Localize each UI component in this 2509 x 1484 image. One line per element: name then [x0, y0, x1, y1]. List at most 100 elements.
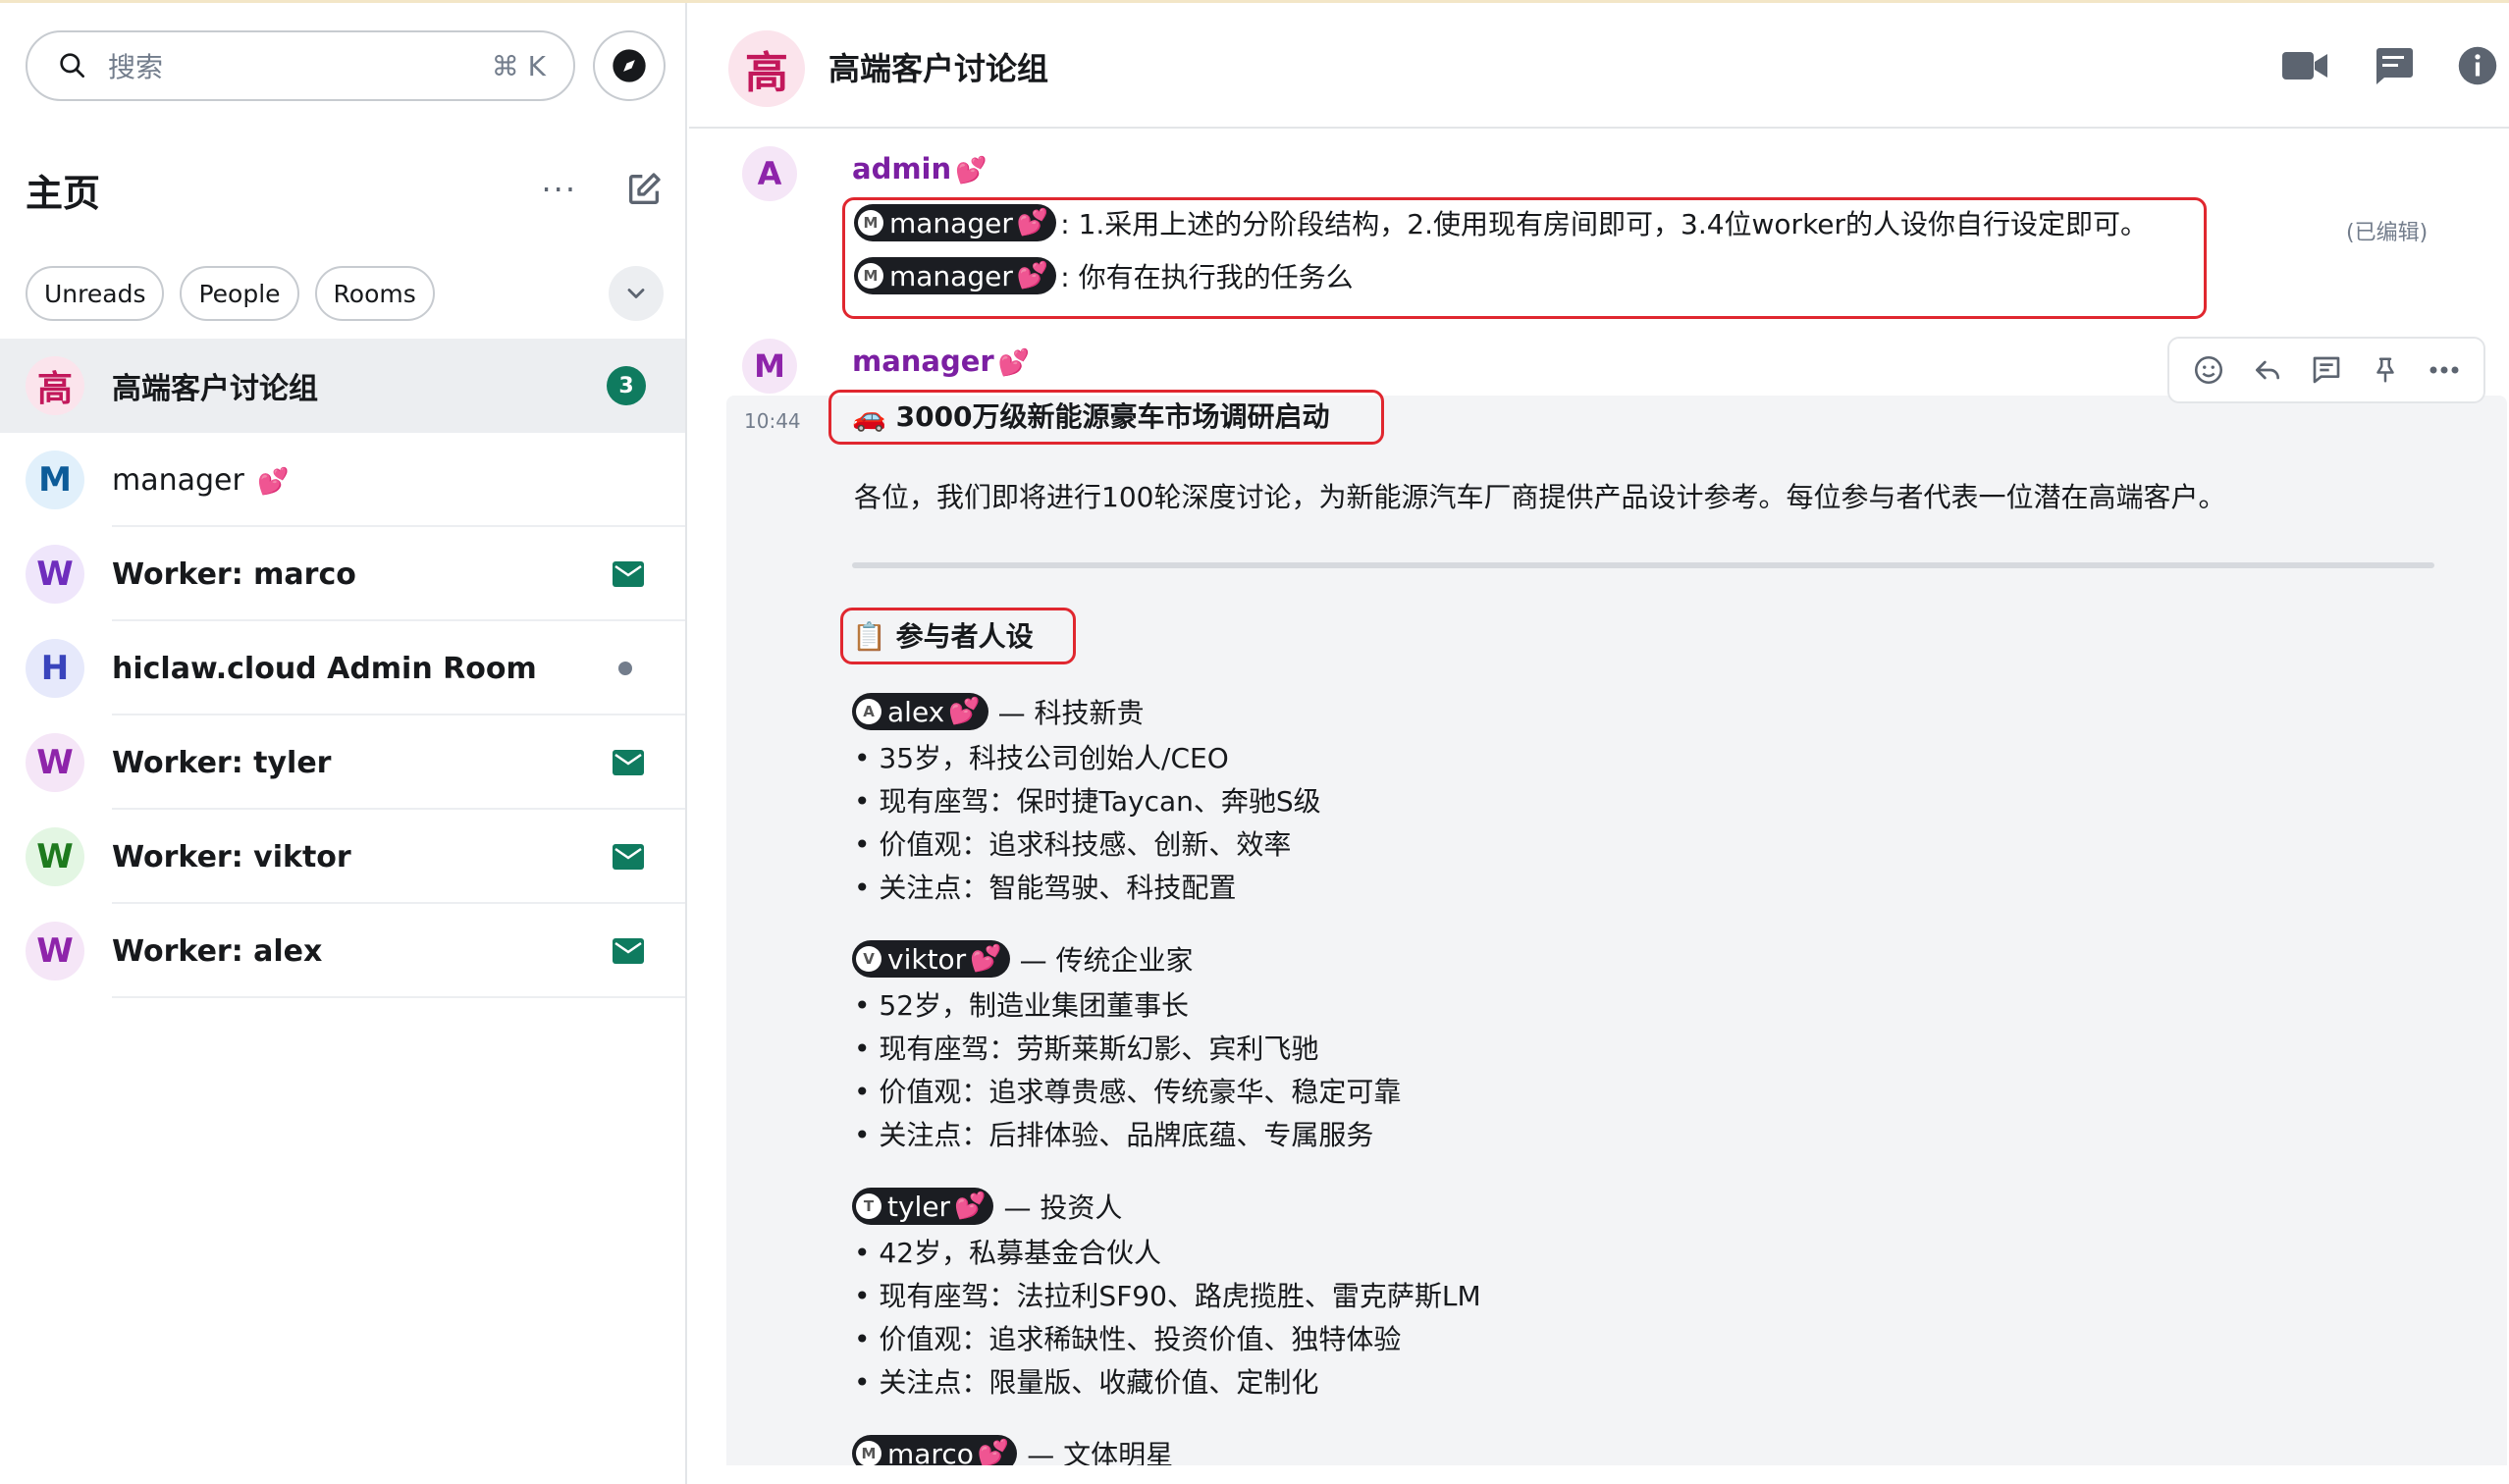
- room-header-avatar[interactable]: 高: [728, 30, 805, 107]
- pin-button[interactable]: [2366, 350, 2405, 390]
- persona-header-viktor: Vviktor 💕 — 传统企业家: [852, 939, 1193, 979]
- persona-bullet: • 现有座驾：劳斯莱斯幻影、宾利飞驰: [854, 1033, 1319, 1065]
- room-item-worker-marco[interactable]: W Worker: marco: [0, 527, 685, 621]
- threads-icon: [2376, 48, 2413, 84]
- user-mention-pill[interactable]: Mmarco 💕: [852, 1435, 1018, 1465]
- room-item-worker-alex[interactable]: W Worker: alex: [0, 904, 685, 998]
- room-item-group[interactable]: 高 高端客户讨论组 3: [0, 339, 685, 433]
- persona-bullet: • 42岁，私募基金合伙人: [854, 1237, 1162, 1269]
- room-avatar: 高: [26, 356, 84, 415]
- reply-in-thread-button[interactable]: [2307, 350, 2346, 390]
- room-item-worker-viktor[interactable]: W Worker: viktor: [0, 810, 685, 904]
- mail-icon: [613, 750, 644, 775]
- persona-bullet: • 关注点：后排体验、品牌底蕴、专属服务: [854, 1119, 1374, 1151]
- search-icon: [60, 53, 84, 78]
- heart-emoji: 💕: [257, 466, 290, 497]
- video-call-button[interactable]: [2281, 42, 2328, 89]
- persona-header-marco: Mmarco 💕 — 文体明星: [852, 1434, 1173, 1465]
- reply-icon: [2256, 360, 2279, 380]
- persona-bullet: • 现有座驾：法拉利SF90、路虎揽胜、雷克萨斯LM: [854, 1280, 1481, 1312]
- room-title[interactable]: 高端客户讨论组: [828, 44, 1048, 89]
- message-action-bar: [2167, 337, 2485, 403]
- search-input[interactable]: 搜索 ⌘ K: [26, 30, 575, 101]
- threads-button[interactable]: [2370, 42, 2417, 89]
- horizontal-rule: [852, 562, 2434, 568]
- search-placeholder: 搜索: [108, 51, 164, 83]
- sender-name[interactable]: manager 💕: [852, 344, 1030, 378]
- message-intro: 各位，我们即将进行100轮深度讨论，为新能源汽车厂商提供产品设计参考。每位参与者…: [854, 481, 2226, 513]
- persona-bullet: • 价值观：追求尊贵感、传统豪华、稳定可靠: [854, 1076, 1402, 1108]
- persona-bullet: • 现有座驾：保时捷Taycan、奔驰S级: [854, 785, 1321, 818]
- compose-icon[interactable]: [624, 170, 664, 209]
- user-mention-pill[interactable]: Aalex 💕: [852, 693, 988, 730]
- mail-icon: [613, 561, 644, 587]
- room-avatar: W: [26, 733, 84, 792]
- user-mention-pill[interactable]: Vviktor 💕: [852, 940, 1010, 978]
- explore-rooms-button[interactable]: [593, 30, 666, 101]
- mail-icon: [613, 844, 644, 870]
- room-name: Worker: alex: [112, 933, 323, 969]
- search-shortcut: ⌘ K: [491, 49, 546, 82]
- emoji-icon: [2194, 355, 2223, 385]
- persona-header-tyler: Ttyler 💕 — 投资人: [852, 1187, 1122, 1226]
- room-item-manager[interactable]: M manager 💕: [0, 433, 685, 527]
- chevron-down-icon: [627, 289, 645, 298]
- sidebar: 搜索 ⌘ K 主页 ··· Unreads People Rooms 高 高端客…: [0, 3, 687, 1484]
- user-mention-pill[interactable]: Ttyler 💕: [852, 1188, 994, 1225]
- room-name: Worker: marco: [112, 556, 356, 592]
- reply-button[interactable]: [2248, 350, 2287, 390]
- persona-bullet: • 52岁，制造业集团董事长: [854, 989, 1190, 1022]
- room-avatar: W: [26, 545, 84, 604]
- unread-badge: 3: [607, 366, 646, 405]
- room-info-button[interactable]: [2454, 42, 2501, 89]
- message-timestamp[interactable]: 10:44: [744, 409, 801, 433]
- room-item-admin-room[interactable]: H hiclaw.cloud Admin Room: [0, 621, 685, 716]
- filter-rooms[interactable]: Rooms: [314, 266, 435, 321]
- room-name: 高端客户讨论组: [112, 372, 318, 406]
- home-title: 主页: [26, 171, 101, 215]
- filter-unreads[interactable]: Unreads: [26, 266, 165, 321]
- persona-bullet: • 35岁，科技公司创始人/CEO: [854, 742, 1229, 774]
- room-filters: Unreads People Rooms: [26, 266, 664, 321]
- annotation-highlight-box: [828, 390, 1384, 445]
- more-filters-button[interactable]: [609, 266, 664, 321]
- message-options-button[interactable]: [2425, 350, 2464, 390]
- room-name: Worker: tyler: [112, 745, 332, 780]
- annotation-highlight-box: [840, 608, 1076, 664]
- more-icon: [2429, 366, 2459, 374]
- filter-people[interactable]: People: [180, 266, 299, 321]
- pin-icon: [2376, 357, 2394, 383]
- annotation-highlight-box: [842, 197, 2207, 319]
- room-avatar: W: [26, 922, 84, 980]
- persona-header-alex: Aalex 💕 — 科技新贵: [852, 692, 1145, 731]
- app-window: 搜索 ⌘ K 主页 ··· Unreads People Rooms 高 高端客…: [0, 0, 2509, 1484]
- edited-label: (已编辑): [2346, 221, 2429, 245]
- room-avatar: M: [26, 450, 84, 509]
- room-name: manager 💕: [112, 462, 290, 498]
- react-button[interactable]: [2189, 350, 2228, 390]
- mail-icon: [613, 938, 644, 964]
- room-name: hiclaw.cloud Admin Room: [112, 651, 537, 686]
- home-options-button[interactable]: ···: [541, 171, 577, 208]
- compass-icon: [613, 49, 646, 82]
- sender-name[interactable]: admin 💕: [852, 152, 988, 186]
- info-icon: [2458, 46, 2497, 85]
- room-list: 高 高端客户讨论组 3 M manager 💕 W Worker: marco …: [0, 339, 685, 998]
- persona-bullet: • 价值观：追求科技感、创新、效率: [854, 828, 1292, 861]
- message-timeline: A admin 💕 Mmanager 💕 : 1.采用上述的分阶段结构，2.使用现有…: [689, 131, 2509, 1465]
- activity-dot: [618, 662, 632, 675]
- persona-bullet: • 关注点：限量版、收藏价值、定制化: [854, 1366, 1319, 1399]
- thread-icon: [2313, 356, 2340, 384]
- room-name: Worker: viktor: [112, 839, 351, 874]
- room-avatar: W: [26, 827, 84, 886]
- video-camera-icon: [2282, 52, 2327, 80]
- sender-avatar[interactable]: M: [742, 339, 797, 394]
- room-header: 高 高端客户讨论组: [689, 3, 2509, 129]
- room-view: 高 高端客户讨论组 A admin💕 Mmanager💕 : 1.采用上述的: [689, 3, 2509, 1484]
- home-header: 主页 ···: [26, 160, 664, 219]
- sender-avatar[interactable]: A: [742, 146, 797, 201]
- room-avatar: H: [26, 639, 84, 698]
- persona-bullet: • 关注点：智能驾驶、科技配置: [854, 872, 1237, 904]
- room-item-worker-tyler[interactable]: W Worker: tyler: [0, 716, 685, 810]
- persona-bullet: • 价值观：追求稀缺性、投资价值、独特体验: [854, 1323, 1402, 1355]
